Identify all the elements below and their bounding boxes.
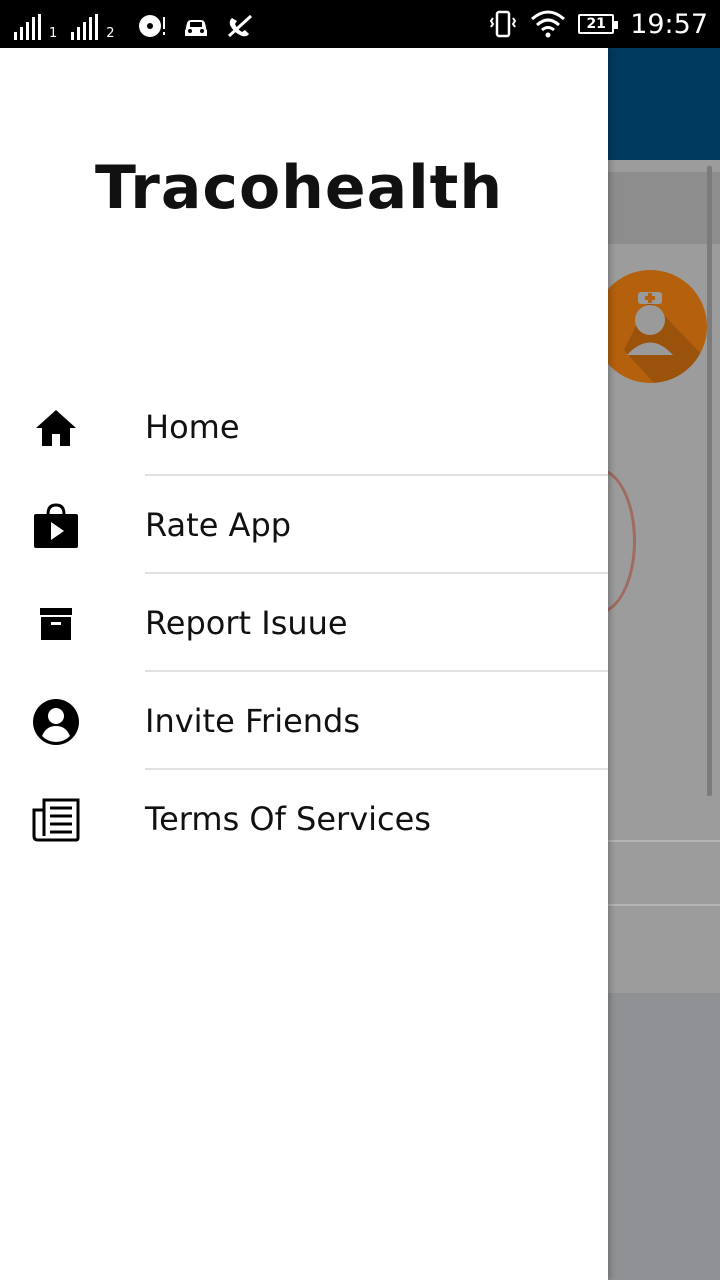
scrollbar[interactable] <box>707 166 712 796</box>
car-icon <box>184 20 207 36</box>
status-right: 21 19:57 <box>488 8 708 40</box>
sim2-label: 2 <box>106 26 115 41</box>
account-circle-icon <box>33 699 79 745</box>
signal-sim1-icon <box>14 14 41 40</box>
brand-logo: Tracohealth <box>0 158 608 228</box>
battery-icon: 21 <box>578 14 619 34</box>
menu-item-label: Terms Of Services <box>145 800 431 838</box>
drawer-menu: Home Rate App Report Isuue Invite Friend… <box>0 378 608 868</box>
home-icon <box>36 410 76 446</box>
play-store-bag-icon <box>34 503 78 548</box>
menu-item-label: Home <box>145 408 240 446</box>
menu-item-label: Invite Friends <box>145 702 361 740</box>
navigation-drawer: Tracohealth Home Rate App Report Isuue I… <box>0 48 608 1280</box>
disc-icon <box>138 15 165 37</box>
archive-box-icon <box>40 608 72 640</box>
menu-item-rate-app[interactable]: Rate App <box>0 476 608 574</box>
menu-item-label: Report Isuue <box>145 604 348 642</box>
menu-item-invite-friends[interactable]: Invite Friends <box>0 672 608 770</box>
vibrate-icon <box>489 10 517 38</box>
wifi-icon <box>531 10 566 38</box>
menu-item-report-issue[interactable]: Report Isuue <box>0 574 608 672</box>
newspaper-icon <box>32 798 80 842</box>
nurse-avatar-icon <box>594 270 707 383</box>
status-left: 1 2 <box>14 8 255 40</box>
no-call-icon <box>227 14 252 38</box>
menu-item-label: Rate App <box>145 506 292 544</box>
menu-item-home[interactable]: Home <box>0 378 608 476</box>
menu-item-terms-of-services[interactable]: Terms Of Services <box>0 770 608 868</box>
sim1-label: 1 <box>49 26 58 41</box>
status-bar: 1 2 21 19:57 <box>0 0 720 48</box>
battery-level: 21 <box>586 16 606 32</box>
clock: 19:57 <box>630 8 708 40</box>
signal-sim2-icon <box>71 14 99 40</box>
brand-name: Tracohealth <box>94 153 504 223</box>
